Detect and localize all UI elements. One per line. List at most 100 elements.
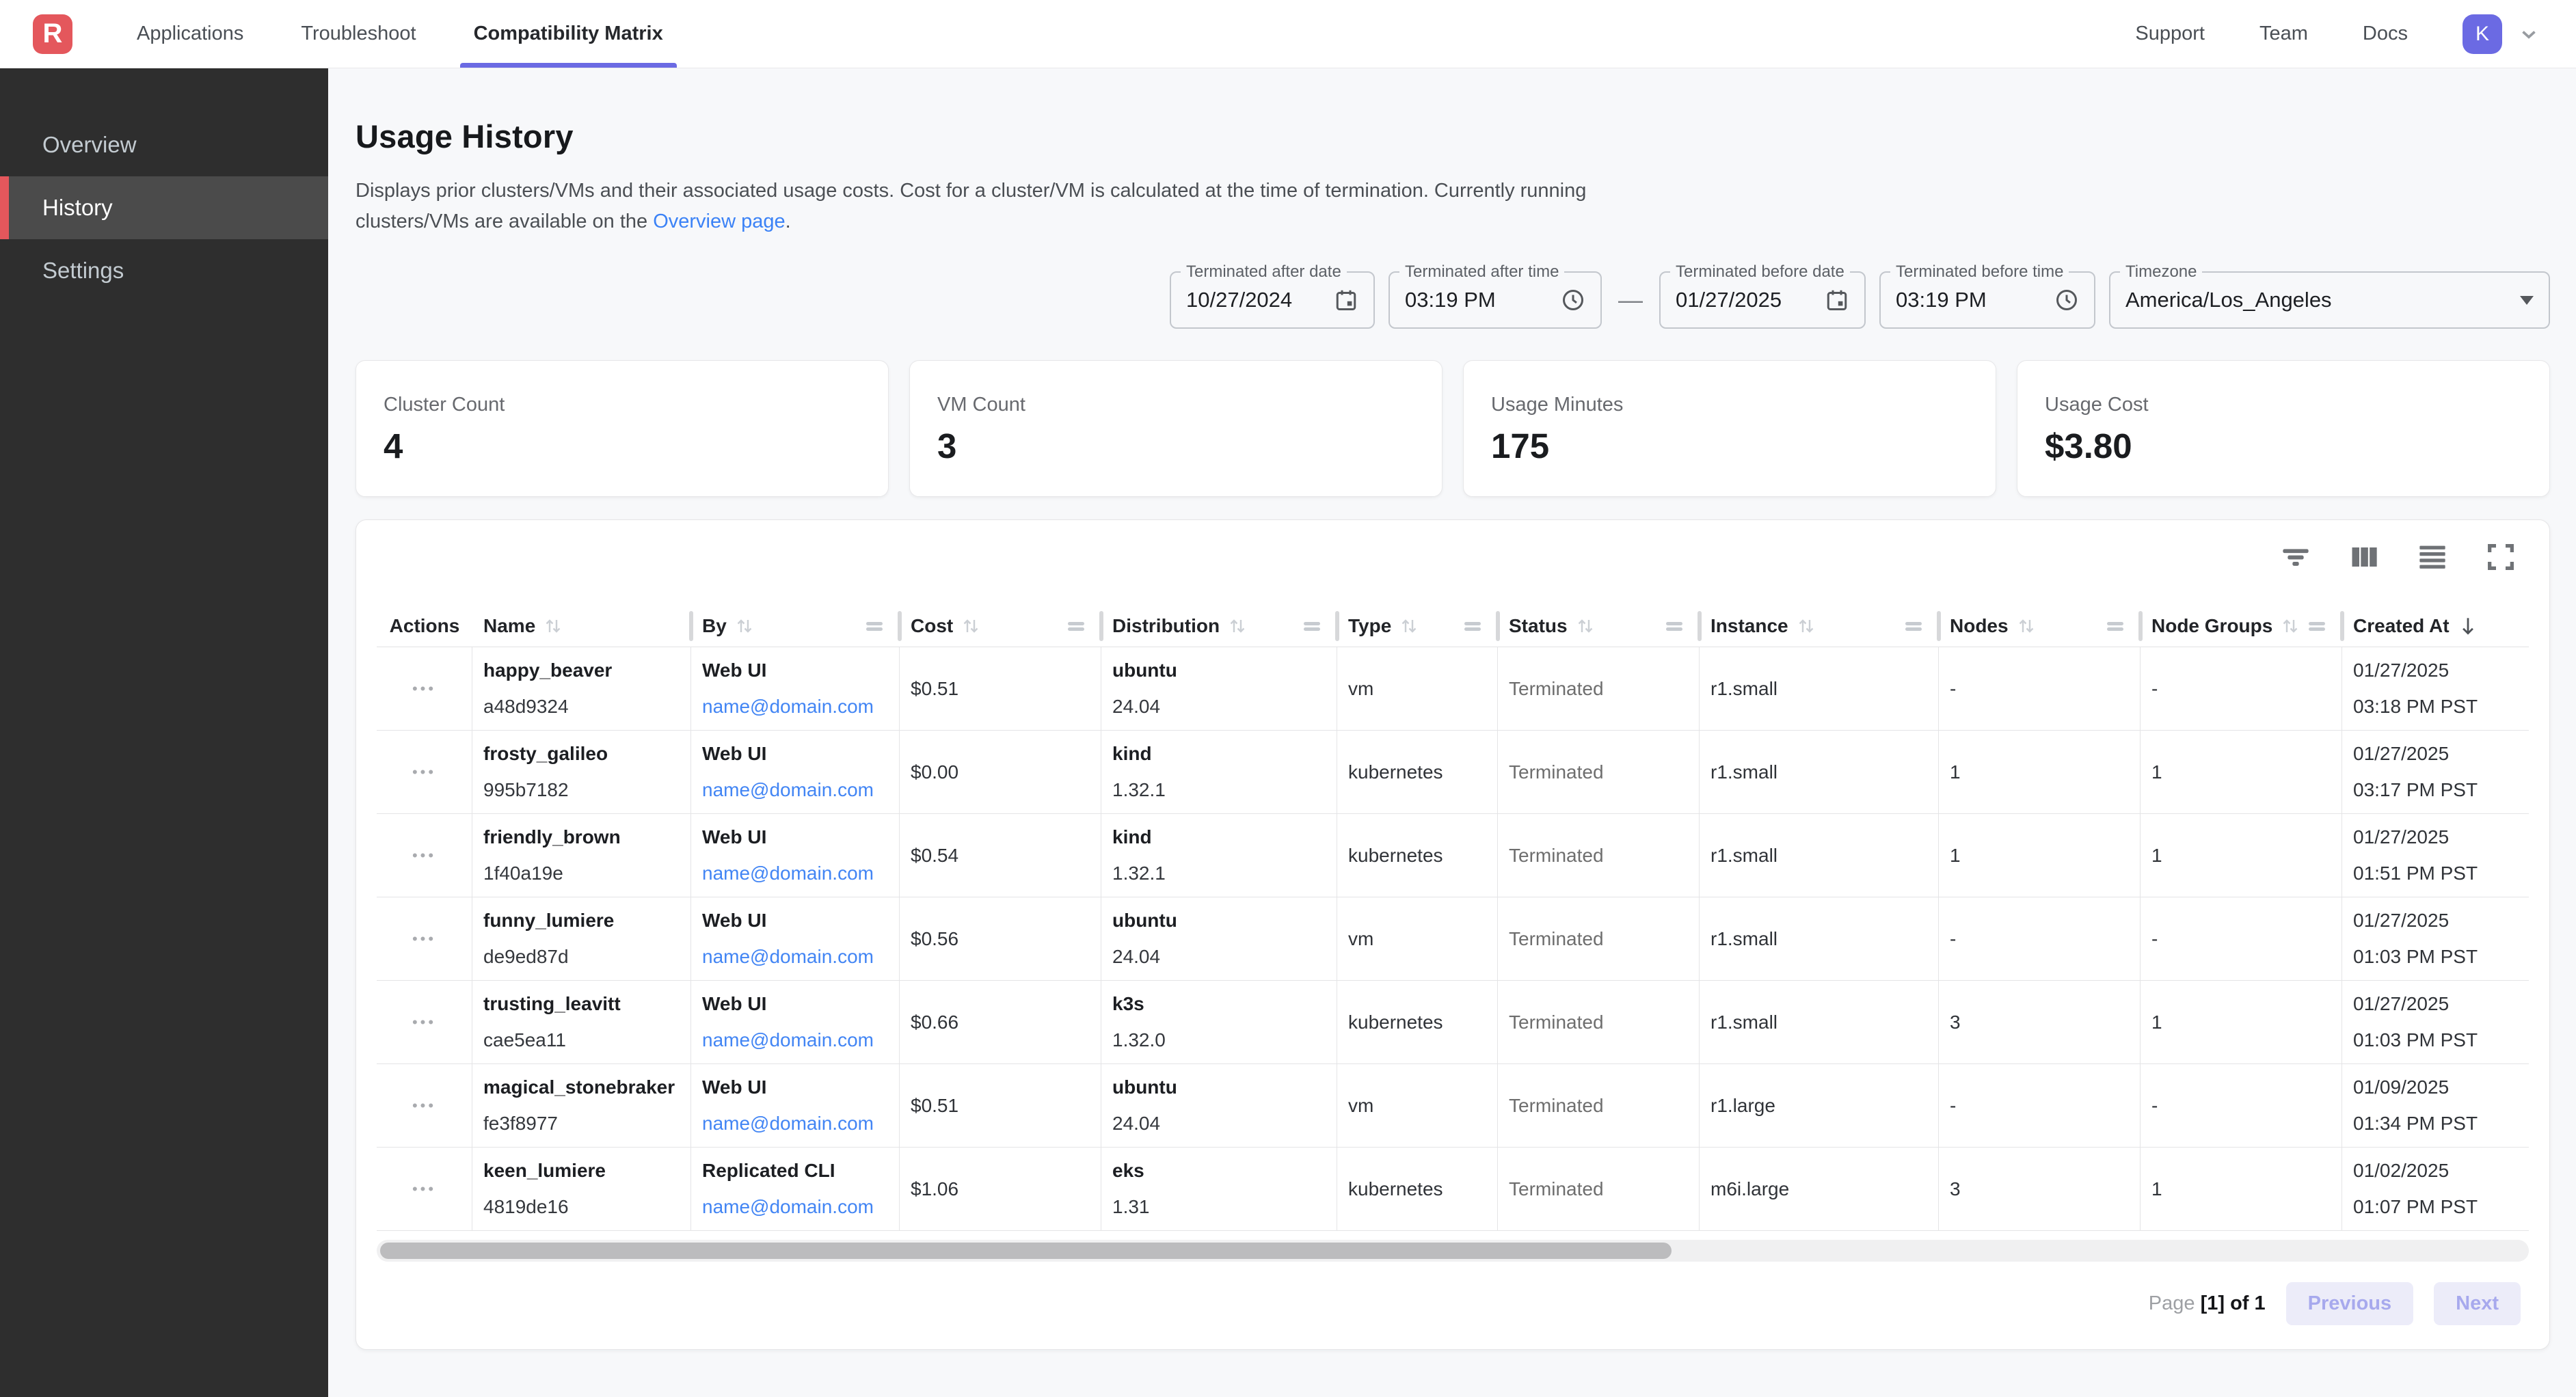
cell-type: vm	[1337, 1064, 1498, 1147]
row-actions-button[interactable]: •••	[412, 680, 436, 698]
support-link[interactable]: Support	[2135, 23, 2205, 45]
dropdown-arrow-icon	[2520, 296, 2534, 305]
cell-cost: $0.51	[900, 1064, 1101, 1147]
chevron-down-icon[interactable]	[2517, 23, 2540, 46]
horizontal-scrollbar	[377, 1240, 2529, 1262]
cell-status: Terminated	[1498, 981, 1700, 1063]
cell-created-at: 01/27/202501:51 PM PST	[2342, 814, 2530, 897]
row-actions-button[interactable]: •••	[412, 1014, 436, 1031]
page-title: Usage History	[355, 118, 2550, 155]
clock-icon[interactable]	[1561, 288, 1585, 312]
cell-instance: m6i.large	[1700, 1148, 1939, 1230]
tab-compatibility-matrix[interactable]: Compatibility Matrix	[460, 0, 677, 68]
terminated-before-time-input[interactable]: Terminated before time 03:19 PM	[1879, 271, 2095, 329]
row-actions-button[interactable]: •••	[412, 1180, 436, 1198]
column-menu-icon[interactable]	[864, 616, 885, 636]
column-header-status[interactable]: Status	[1498, 605, 1700, 647]
cell-name: funny_lumierede9ed87d	[472, 897, 691, 980]
column-header-by[interactable]: By	[691, 605, 900, 647]
by-email-link[interactable]: name@domain.com	[702, 1029, 874, 1051]
cell-instance: r1.small	[1700, 897, 1939, 980]
cell-nodes: -	[1939, 1064, 2141, 1147]
row-actions-button[interactable]: •••	[412, 930, 436, 948]
clock-icon[interactable]	[2054, 288, 2079, 312]
cell-instance: r1.large	[1700, 1064, 1939, 1147]
calendar-icon[interactable]	[1334, 288, 1358, 312]
cell-status: Terminated	[1498, 1064, 1700, 1147]
row-actions-button[interactable]: •••	[412, 1097, 436, 1115]
team-link[interactable]: Team	[2259, 23, 2308, 45]
column-menu-icon[interactable]	[1462, 616, 1483, 636]
column-menu-icon[interactable]	[2307, 616, 2327, 636]
fullscreen-icon[interactable]	[2482, 539, 2519, 575]
sort-icon	[1574, 615, 1596, 637]
previous-page-button[interactable]: Previous	[2286, 1282, 2414, 1325]
cell-node-groups: 1	[2141, 1148, 2342, 1230]
cell-status: Terminated	[1498, 647, 1700, 730]
column-menu-icon[interactable]	[2105, 616, 2125, 636]
cell-node-groups: 1	[2141, 814, 2342, 897]
terminated-after-time-input[interactable]: Terminated after time 03:19 PM	[1388, 271, 1602, 329]
column-header-distribution[interactable]: Distribution	[1101, 605, 1337, 647]
tab-troubleshoot[interactable]: Troubleshoot	[287, 0, 429, 68]
sidebar-item-settings[interactable]: Settings	[0, 239, 328, 302]
next-page-button[interactable]: Next	[2434, 1282, 2521, 1325]
density-icon[interactable]	[2414, 539, 2451, 575]
by-email-link[interactable]: name@domain.com	[702, 946, 874, 968]
by-email-link[interactable]: name@domain.com	[702, 863, 874, 884]
by-email-link[interactable]: name@domain.com	[702, 1196, 874, 1218]
column-menu-icon[interactable]	[1664, 616, 1685, 636]
cell-type: kubernetes	[1337, 1148, 1498, 1230]
avatar[interactable]: K	[2463, 14, 2502, 54]
cell-distribution: kind1.32.1	[1101, 814, 1337, 897]
cell-by: Replicated CLIname@domain.com	[691, 1148, 900, 1230]
sort-icon	[960, 615, 982, 637]
column-header-created_at[interactable]: Created At	[2342, 605, 2530, 647]
column-menu-icon[interactable]	[1066, 616, 1086, 636]
cell-type: vm	[1337, 897, 1498, 980]
by-email-link[interactable]: name@domain.com	[702, 779, 874, 801]
table-row: ••• keen_lumiere4819de16Replicated CLInam…	[377, 1148, 2529, 1231]
columns-icon[interactable]	[2346, 539, 2383, 575]
timezone-select[interactable]: Timezone America/Los_Angeles	[2109, 271, 2550, 329]
column-header-instance[interactable]: Instance	[1700, 605, 1939, 647]
sidebar-item-history[interactable]: History	[0, 176, 328, 239]
column-header-type[interactable]: Type	[1337, 605, 1498, 647]
account-menu[interactable]: K	[2463, 14, 2540, 54]
scrollbar-thumb[interactable]	[380, 1243, 1672, 1259]
by-email-link[interactable]: name@domain.com	[702, 1113, 874, 1135]
page-indicator: Page [1] of 1	[2149, 1292, 2266, 1315]
docs-link[interactable]: Docs	[2363, 23, 2408, 45]
cell-created-at: 01/27/202503:18 PM PST	[2342, 647, 2530, 730]
by-email-link[interactable]: name@domain.com	[702, 696, 874, 718]
main-content: Usage History Displays prior clusters/VM…	[328, 68, 2576, 1397]
cell-cost: $0.56	[900, 897, 1101, 980]
cell-instance: r1.small	[1700, 731, 1939, 813]
column-header-nodes[interactable]: Nodes	[1939, 605, 2141, 647]
sidebar-item-overview[interactable]: Overview	[0, 113, 328, 176]
filter-bar: Terminated after date 10/27/2024 Termina…	[355, 271, 2550, 329]
cell-name: magical_stonebrakerfe3f8977	[472, 1064, 691, 1147]
tab-applications[interactable]: Applications	[123, 0, 257, 68]
cell-distribution: ubuntu24.04	[1101, 897, 1337, 980]
column-header-node_groups[interactable]: Node Groups	[2141, 605, 2342, 647]
terminated-after-date-input[interactable]: Terminated after date 10/27/2024	[1170, 271, 1375, 329]
table-toolbar	[377, 538, 2529, 576]
cell-name: keen_lumiere4819de16	[472, 1148, 691, 1230]
column-header-cost[interactable]: Cost	[900, 605, 1101, 647]
column-header-name[interactable]: Name	[472, 605, 691, 647]
table-row: •••funny_lumierede9ed87dWeb UIname@domai…	[377, 897, 2529, 981]
terminated-before-date-input[interactable]: Terminated before date 01/27/2025	[1659, 271, 1866, 329]
column-menu-icon[interactable]	[1302, 616, 1322, 636]
filter-icon[interactable]	[2277, 539, 2314, 575]
column-menu-icon[interactable]	[1903, 616, 1924, 636]
cell-distribution: k3s1.32.0	[1101, 981, 1337, 1063]
calendar-icon[interactable]	[1825, 288, 1849, 312]
cell-created-at: 01/27/202503:17 PM PST	[2342, 731, 2530, 813]
cell-cost: $0.00	[900, 731, 1101, 813]
row-actions-button[interactable]: •••	[412, 847, 436, 865]
overview-page-link[interactable]: Overview page	[653, 211, 785, 232]
row-actions-button[interactable]: •••	[412, 763, 436, 781]
stat-card-cluster-count: Cluster Count 4	[355, 360, 889, 497]
replicated-logo[interactable]: R	[33, 14, 72, 54]
